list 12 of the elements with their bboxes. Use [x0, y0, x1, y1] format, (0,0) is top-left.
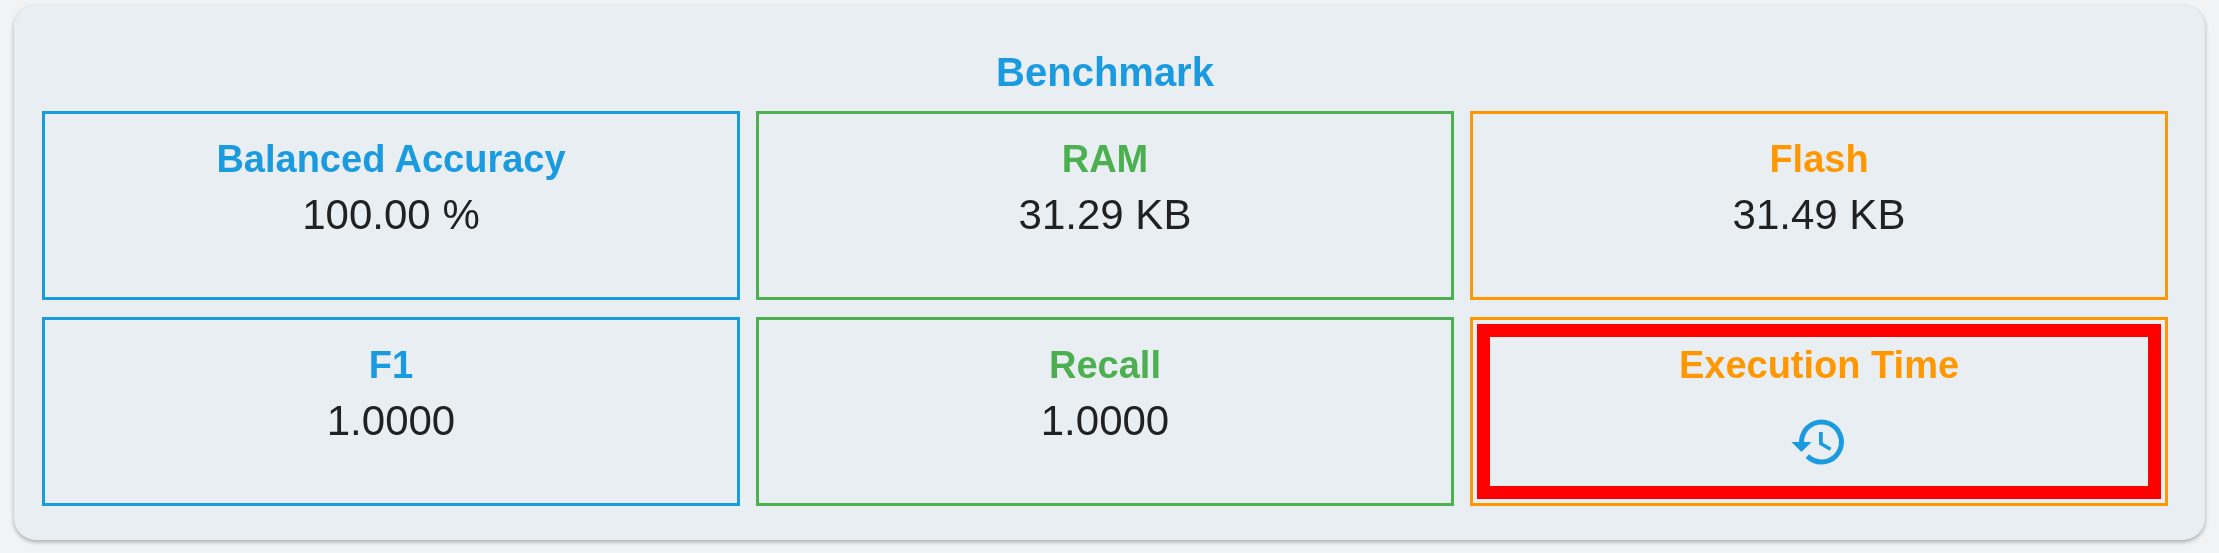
metric-value: 31.49 KB [1732, 190, 1906, 240]
metric-value: 1.0000 [1040, 396, 1170, 446]
metric-label: Execution Time [1678, 343, 1960, 388]
metric-label: F1 [368, 343, 414, 388]
metric-label: Recall [1049, 343, 1161, 388]
metric-label: Balanced Accuracy [216, 137, 566, 182]
metric-label: RAM [1061, 137, 1149, 182]
metric-label: Flash [1769, 137, 1869, 182]
metric-value: 100.00 % [302, 190, 480, 240]
metric-value: 1.0000 [326, 396, 456, 446]
metric-value: 31.29 KB [1018, 190, 1192, 240]
panel-title: Benchmark [995, 49, 1215, 96]
